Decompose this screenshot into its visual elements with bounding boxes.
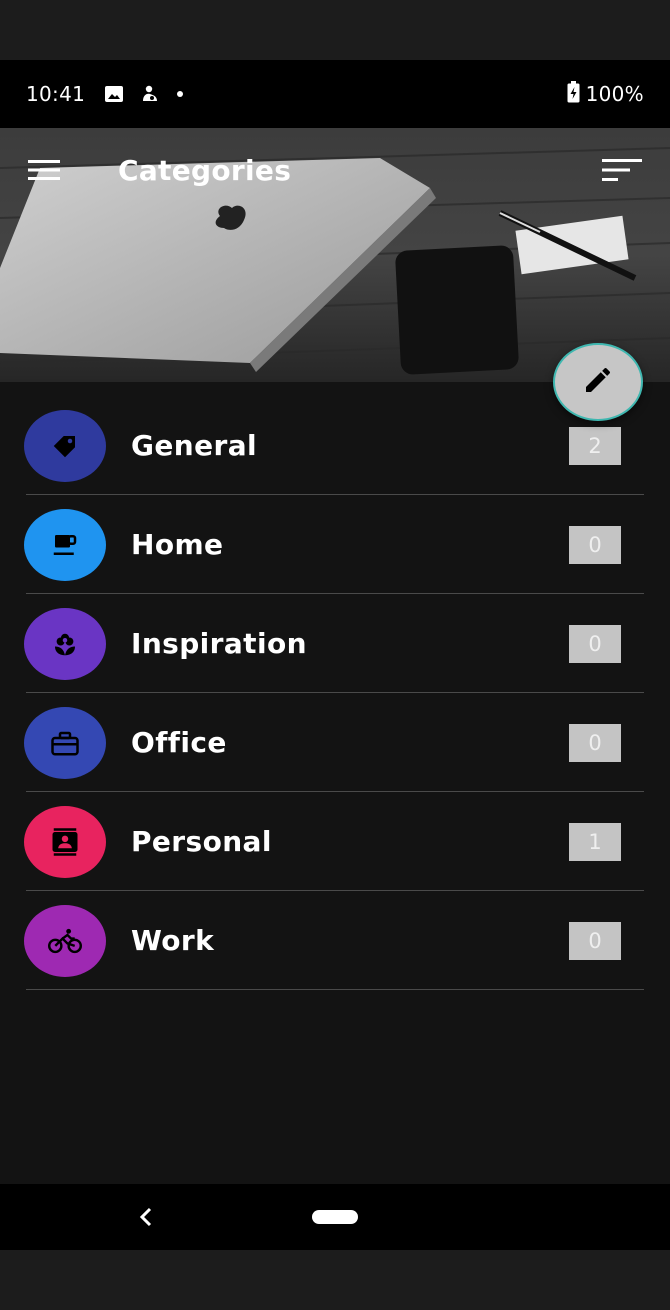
toolbar: Categories bbox=[0, 128, 670, 212]
category-row-work[interactable]: Work 0 bbox=[0, 891, 670, 990]
page-title: Categories bbox=[118, 153, 292, 187]
category-row-personal[interactable]: Personal 1 bbox=[0, 792, 670, 891]
hamburger-menu-icon[interactable] bbox=[26, 152, 62, 188]
system-nav-bar bbox=[0, 1184, 670, 1250]
status-bar: 10:41 100% bbox=[0, 60, 670, 128]
category-count-badge: 1 bbox=[569, 823, 621, 861]
category-list: General 2 Home 0 Inspiration 0 Office 0 … bbox=[0, 396, 670, 990]
category-label: Inspiration bbox=[131, 627, 307, 660]
contact-card-icon bbox=[24, 806, 106, 878]
category-label: General bbox=[131, 429, 257, 462]
status-right: 100% bbox=[567, 80, 644, 108]
category-row-office[interactable]: Office 0 bbox=[0, 693, 670, 792]
category-row-inspiration[interactable]: Inspiration 0 bbox=[0, 594, 670, 693]
top-padding bbox=[0, 0, 670, 60]
image-icon bbox=[103, 83, 125, 105]
tag-icon bbox=[24, 410, 106, 482]
flower-icon bbox=[24, 608, 106, 680]
category-count-badge: 0 bbox=[569, 526, 621, 564]
category-label: Work bbox=[131, 924, 215, 957]
category-count-badge: 0 bbox=[569, 625, 621, 663]
edit-fab-button[interactable] bbox=[553, 343, 643, 421]
category-count-badge: 0 bbox=[569, 724, 621, 762]
notification-icon bbox=[139, 83, 161, 105]
home-pill-icon[interactable] bbox=[312, 1210, 358, 1224]
sort-icon[interactable] bbox=[600, 152, 644, 188]
back-chevron-icon[interactable] bbox=[134, 1202, 158, 1232]
coffee-cup-icon bbox=[24, 509, 106, 581]
battery-charging-icon bbox=[567, 80, 580, 108]
category-count-badge: 2 bbox=[569, 427, 621, 465]
status-time: 10:41 bbox=[26, 82, 86, 106]
briefcase-icon bbox=[24, 707, 106, 779]
category-label: Personal bbox=[131, 825, 272, 858]
bottom-padding bbox=[0, 1250, 670, 1310]
category-label: Home bbox=[131, 528, 224, 561]
battery-percent: 100% bbox=[585, 82, 644, 106]
bicycle-icon bbox=[24, 905, 106, 977]
category-count-badge: 0 bbox=[569, 922, 621, 960]
pencil-icon bbox=[582, 364, 614, 400]
dot-icon bbox=[177, 91, 184, 97]
category-label: Office bbox=[131, 726, 227, 759]
category-row-home[interactable]: Home 0 bbox=[0, 495, 670, 594]
